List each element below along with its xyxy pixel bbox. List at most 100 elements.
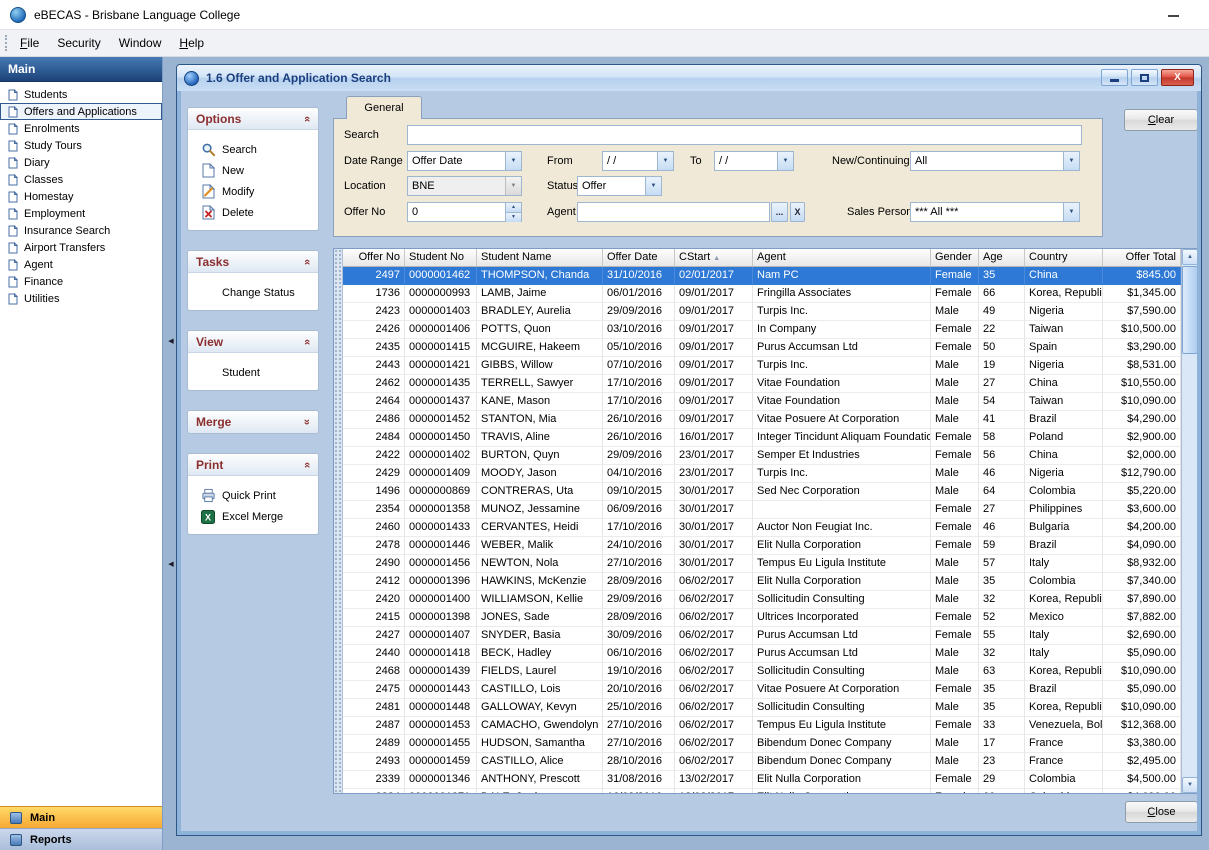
chevron-down-icon[interactable]: ▼: [505, 152, 521, 170]
grid-row[interactable]: 24890000001455HUDSON, Samantha27/10/2016…: [343, 735, 1181, 753]
grid-row[interactable]: 23390000001346ANTHONY, Prescott31/08/201…: [343, 771, 1181, 789]
sidebar-item-airport-transfers[interactable]: Airport Transfers: [0, 239, 162, 256]
location-select[interactable]: BNE ▼: [407, 176, 522, 196]
sidebar-item-study-tours[interactable]: Study Tours: [0, 137, 162, 154]
column-header-offer-no[interactable]: Offer No: [343, 249, 405, 266]
to-date-select[interactable]: / / ▼: [714, 151, 794, 171]
menu-item-security[interactable]: Security: [48, 32, 109, 54]
grid-row[interactable]: 24600000001433CERVANTES, Heidi17/10/2016…: [343, 519, 1181, 537]
nav-group-header-options[interactable]: Options«: [188, 108, 318, 130]
menu-grip-handle[interactable]: [5, 35, 7, 51]
sidebar-item-insurance-search[interactable]: Insurance Search: [0, 222, 162, 239]
grid-row[interactable]: 23840000001371DALE, Jordan16/09/201613/0…: [343, 789, 1181, 793]
sidebar-item-classes[interactable]: Classes: [0, 171, 162, 188]
menu-item-help[interactable]: Help: [170, 32, 213, 54]
agent-browse-button[interactable]: ...: [771, 202, 788, 222]
menu-item-window[interactable]: Window: [110, 32, 171, 54]
chevron-down-icon[interactable]: ▼: [645, 177, 661, 195]
grid-row[interactable]: 24860000001452STANTON, Mia26/10/201609/0…: [343, 411, 1181, 429]
chevron-down-icon[interactable]: ▼: [1063, 203, 1079, 221]
spin-down-icon[interactable]: ▼: [506, 212, 521, 222]
grid-row[interactable]: 24220000001402BURTON, Quyn29/09/201623/0…: [343, 447, 1181, 465]
grid-row[interactable]: 24640000001437KANE, Mason17/10/201609/01…: [343, 393, 1181, 411]
close-button[interactable]: Close: [1125, 801, 1197, 823]
column-header-student-name[interactable]: Student Name: [477, 249, 603, 266]
sidebar-item-agent[interactable]: Agent: [0, 256, 162, 273]
window-close-button[interactable]: X: [1161, 69, 1194, 86]
sales-person-select[interactable]: *** All *** ▼: [910, 202, 1080, 222]
grid-row[interactable]: 14960000000869CONTRERAS, Uta09/10/201530…: [343, 483, 1181, 501]
grid-vertical-scrollbar[interactable]: ▲ ▼: [1181, 249, 1197, 793]
chevron-down-icon[interactable]: ▼: [1063, 152, 1079, 170]
grid-row[interactable]: 24150000001398JONES, Sade28/09/201606/02…: [343, 609, 1181, 627]
column-header-student-no[interactable]: Student No: [405, 249, 477, 266]
scrollbar-up-arrow[interactable]: ▲: [1182, 249, 1197, 265]
grid-row[interactable]: 24870000001453CAMACHO, Gwendolyn27/10/20…: [343, 717, 1181, 735]
offer-no-input[interactable]: [408, 203, 505, 221]
column-header-agent[interactable]: Agent: [753, 249, 931, 266]
menu-item-file[interactable]: File: [11, 32, 48, 54]
nav-item-student[interactable]: Student: [188, 362, 318, 383]
sidebar-footer-reports[interactable]: Reports: [0, 828, 162, 850]
splitter-collapse-arrow-bottom[interactable]: ◀: [166, 558, 176, 572]
column-header-gender[interactable]: Gender: [931, 249, 979, 266]
grid-row[interactable]: 24430000001421GIBBS, Willow07/10/201609/…: [343, 357, 1181, 375]
grid-row[interactable]: 24120000001396HAWKINS, McKenzie28/09/201…: [343, 573, 1181, 591]
nav-group-header-print[interactable]: Print«: [188, 454, 318, 476]
search-input[interactable]: [407, 125, 1082, 145]
sidebar-item-enrolments[interactable]: Enrolments: [0, 120, 162, 137]
grid-row[interactable]: 24780000001446WEBER, Malik24/10/201630/0…: [343, 537, 1181, 555]
nav-item-change-status[interactable]: Change Status: [188, 282, 318, 303]
sidebar-item-homestay[interactable]: Homestay: [0, 188, 162, 205]
tab-general[interactable]: General: [346, 96, 422, 119]
window-titlebar[interactable]: 1.6 Offer and Application Search X: [177, 65, 1201, 91]
sidebar-item-employment[interactable]: Employment: [0, 205, 162, 222]
chevron-down-icon[interactable]: ▼: [657, 152, 673, 170]
spin-up-icon[interactable]: ▲: [506, 203, 521, 212]
column-header-offer-total[interactable]: Offer Total: [1103, 249, 1181, 266]
grid-row[interactable]: 24620000001435TERRELL, Sawyer17/10/20160…: [343, 375, 1181, 393]
grid-row[interactable]: 24400000001418BECK, Hadley06/10/201606/0…: [343, 645, 1181, 663]
chevron-down-icon[interactable]: ▼: [777, 152, 793, 170]
scrollbar-thumb[interactable]: [1182, 266, 1197, 354]
grid-row[interactable]: 24930000001459CASTILLO, Alice28/10/20160…: [343, 753, 1181, 771]
grid-row[interactable]: 24230000001403BRADLEY, Aurelia29/09/2016…: [343, 303, 1181, 321]
grid-row[interactable]: 24290000001409MOODY, Jason04/10/201623/0…: [343, 465, 1181, 483]
grid-row[interactable]: 24840000001450TRAVIS, Aline26/10/201616/…: [343, 429, 1181, 447]
nav-item-excel-merge[interactable]: XExcel Merge: [188, 506, 318, 527]
offer-no-spinner[interactable]: ▲ ▼: [407, 202, 522, 222]
nav-group-header-tasks[interactable]: Tasks«: [188, 251, 318, 273]
scrollbar-down-arrow[interactable]: ▼: [1182, 777, 1197, 793]
app-minimize-button[interactable]: [1161, 8, 1185, 24]
window-restore-button[interactable]: [1131, 69, 1158, 86]
nav-item-new[interactable]: New: [188, 160, 318, 181]
column-header-age[interactable]: Age: [979, 249, 1025, 266]
agent-input[interactable]: [577, 202, 770, 222]
grid-row[interactable]: 23540000001358MUNOZ, Jessamine06/09/2016…: [343, 501, 1181, 519]
grid-row[interactable]: 24810000001448GALLOWAY, Kevyn25/10/20160…: [343, 699, 1181, 717]
sidebar-footer-main[interactable]: Main: [0, 806, 162, 828]
chevron-down-icon[interactable]: ▼: [505, 177, 521, 195]
sidebar-item-students[interactable]: Students: [0, 86, 162, 103]
grid-row[interactable]: 24270000001407SNYDER, Basia30/09/201606/…: [343, 627, 1181, 645]
grid-row[interactable]: 24350000001415MCGUIRE, Hakeem05/10/20160…: [343, 339, 1181, 357]
column-header-country[interactable]: Country: [1025, 249, 1103, 266]
nav-item-delete[interactable]: Delete: [188, 202, 318, 223]
grid-row[interactable]: 24900000001456NEWTON, Nola27/10/201630/0…: [343, 555, 1181, 573]
nav-item-modify[interactable]: Modify: [188, 181, 318, 202]
grid-row[interactable]: 24970000001462THOMPSON, Chanda31/10/2016…: [343, 267, 1181, 285]
grid-row[interactable]: 24750000001443CASTILLO, Lois20/10/201606…: [343, 681, 1181, 699]
splitter-collapse-arrow-top[interactable]: ◀: [166, 335, 176, 349]
agent-clear-button[interactable]: X: [790, 202, 805, 222]
grid-row[interactable]: 24680000001439FIELDS, Laurel19/10/201606…: [343, 663, 1181, 681]
sidebar-item-offers-and-applications[interactable]: Offers and Applications: [0, 103, 162, 120]
nav-group-header-view[interactable]: View«: [188, 331, 318, 353]
nav-item-search[interactable]: Search: [188, 139, 318, 160]
grid-row[interactable]: 17360000000993LAMB, Jaime06/01/201609/01…: [343, 285, 1181, 303]
grid-row[interactable]: 24260000001406POTTS, Quon03/10/201609/01…: [343, 321, 1181, 339]
date-range-select[interactable]: Offer Date ▼: [407, 151, 522, 171]
sidebar-item-finance[interactable]: Finance: [0, 273, 162, 290]
grid-row[interactable]: 24200000001400WILLIAMSON, Kellie29/09/20…: [343, 591, 1181, 609]
nav-item-quick-print[interactable]: Quick Print: [188, 485, 318, 506]
new-continuing-select[interactable]: All ▼: [910, 151, 1080, 171]
